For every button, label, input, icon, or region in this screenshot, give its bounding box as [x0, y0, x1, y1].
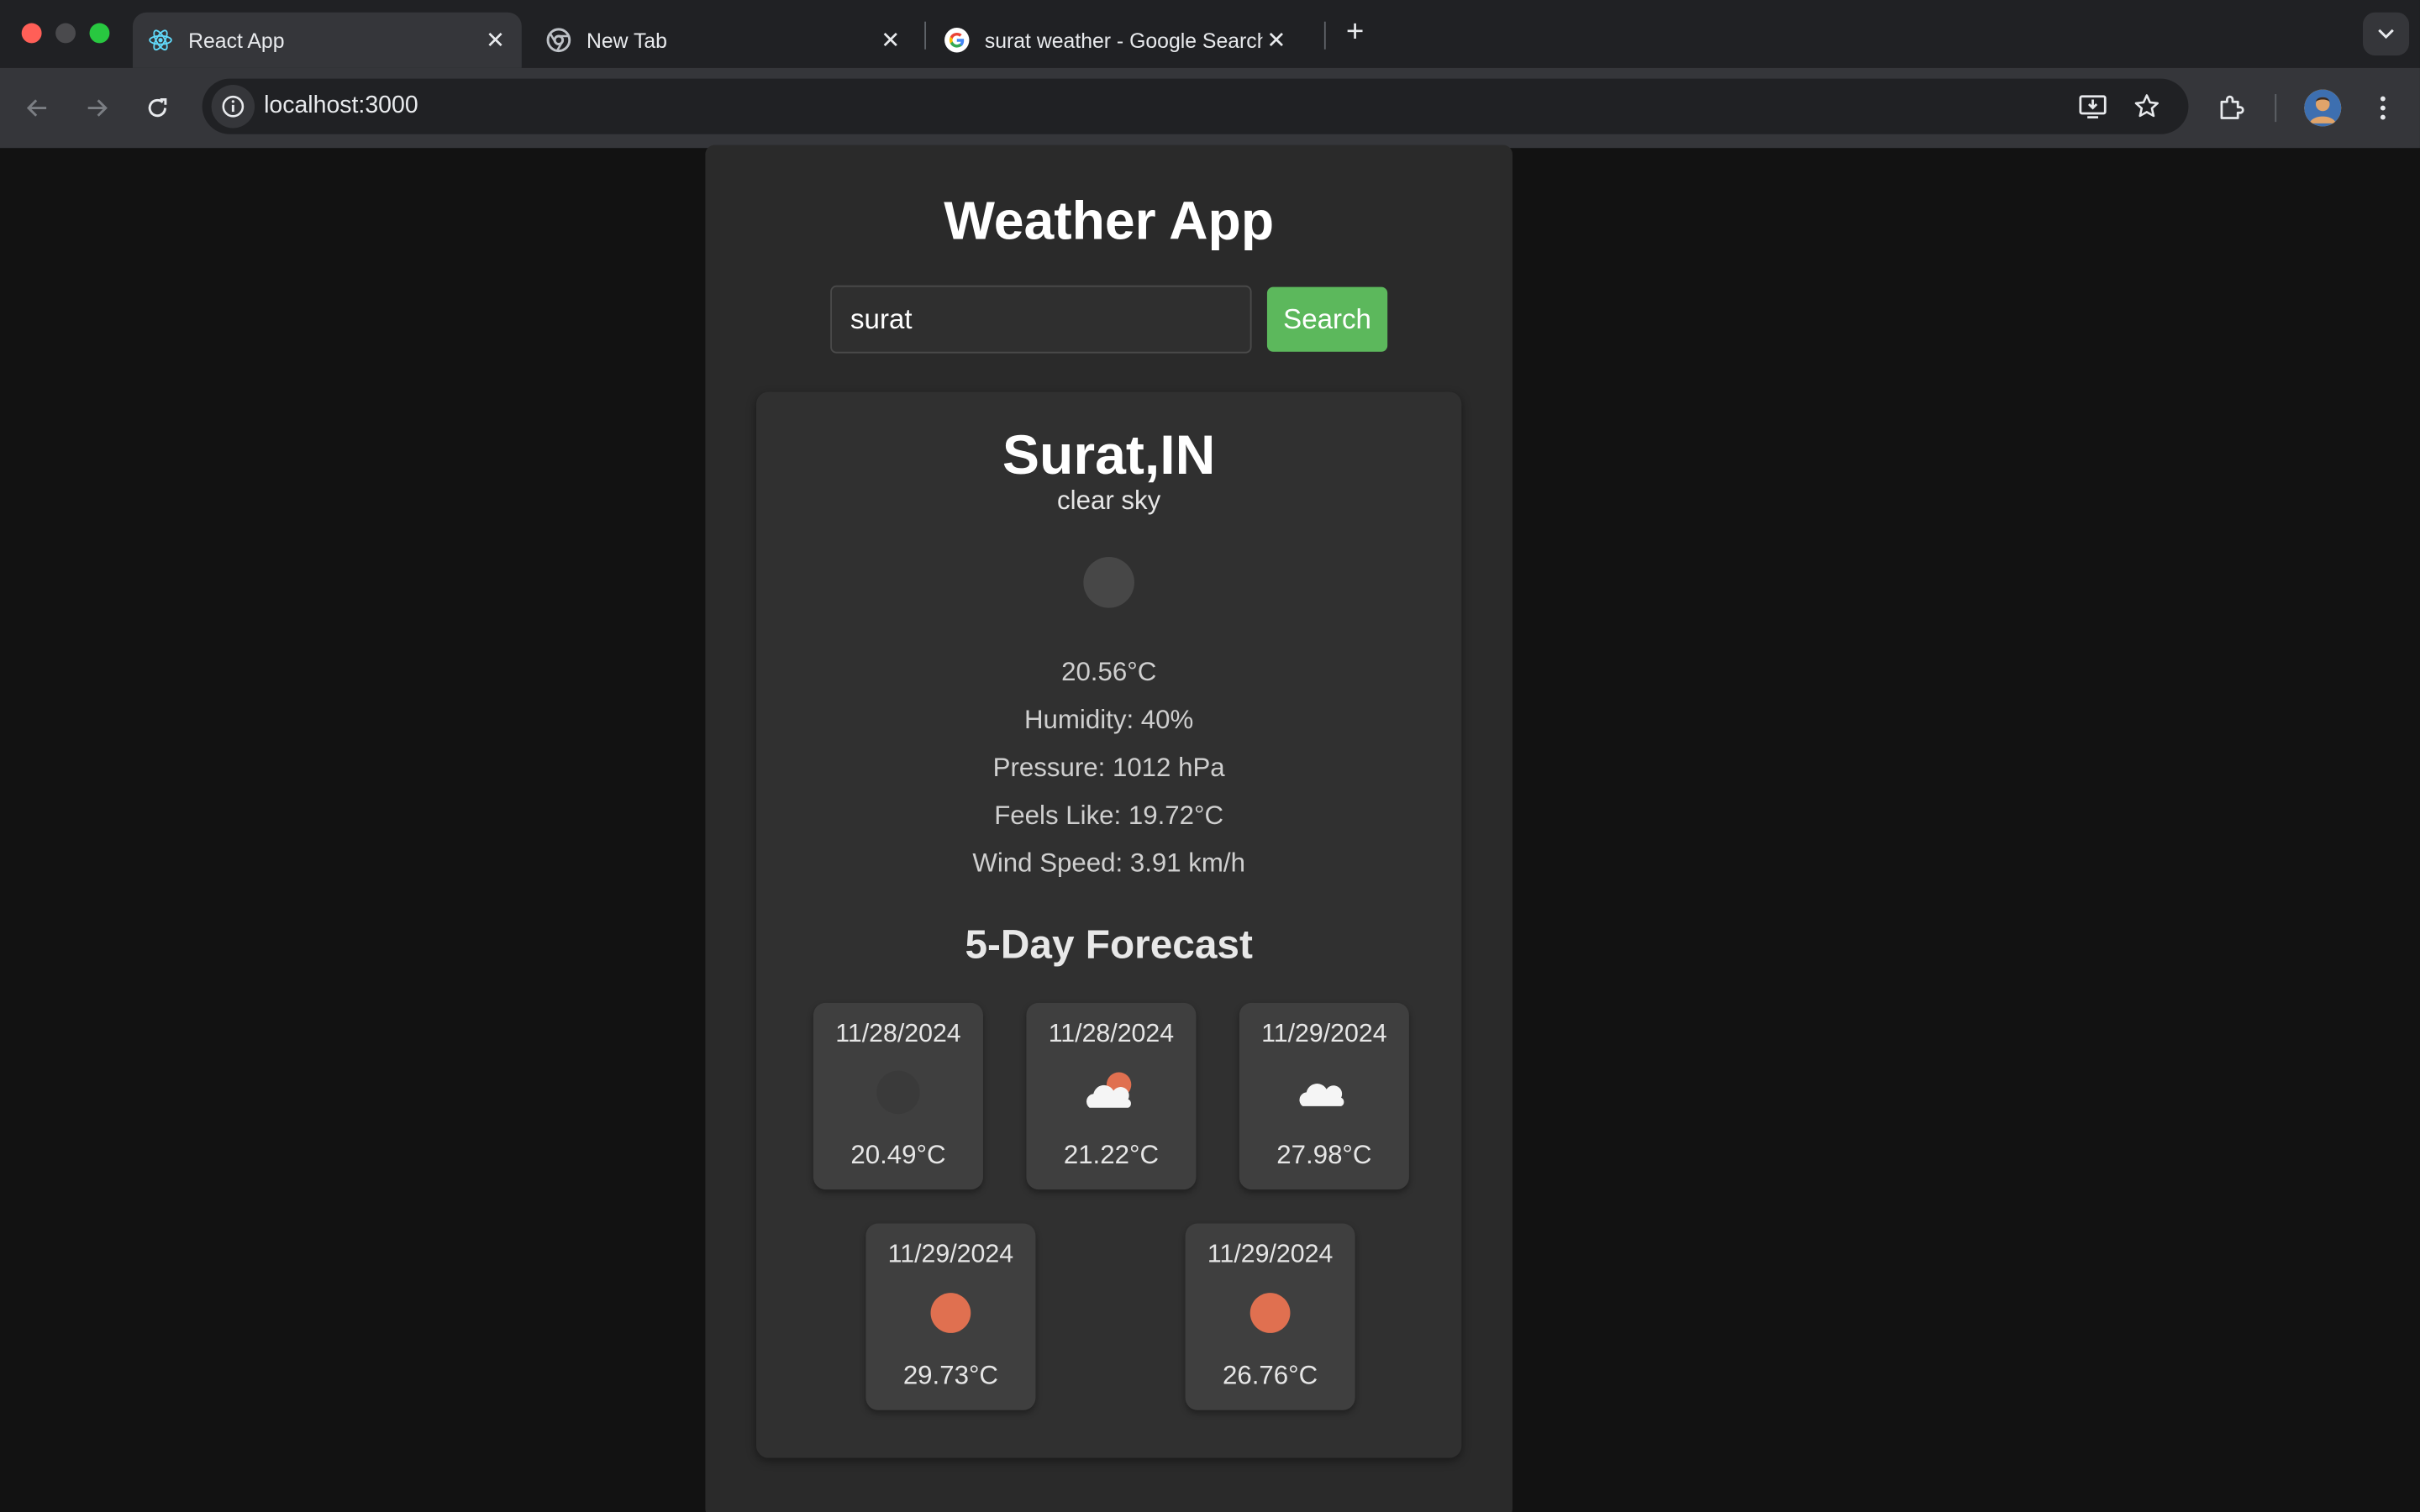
google-icon: [944, 28, 970, 53]
forecast-title: 5-Day Forecast: [965, 921, 1253, 968]
app-title: Weather App: [944, 191, 1275, 252]
new-tab-button[interactable]: +: [1339, 17, 1370, 50]
arrow-left-icon: [26, 99, 47, 117]
temperature: 20.56°C: [1061, 657, 1157, 687]
back-button[interactable]: [15, 87, 58, 129]
tab-divider: [1323, 21, 1326, 50]
chevron-down-icon: [2378, 29, 2394, 39]
toolbar-divider: [2275, 94, 2277, 123]
cloud-icon: [1299, 1084, 1344, 1106]
star-icon: [2134, 94, 2159, 118]
window-close-button[interactable]: [21, 23, 42, 44]
search-button[interactable]: Search: [1266, 286, 1388, 352]
pressure: Pressure: 1012 hPa: [992, 753, 1225, 783]
weather-card: Surat,IN clear sky 20.56°C Humidity: 40%…: [755, 391, 1462, 1458]
forecast-date: 11/29/2024: [887, 1240, 1014, 1268]
forecast-temp: 20.49°C: [850, 1140, 946, 1170]
forecast-temp: 21.22°C: [1063, 1140, 1160, 1170]
chrome-icon: [546, 28, 571, 53]
weather-app-container: Weather App Search Surat,IN clear sky 20…: [705, 144, 1512, 1512]
react-icon: [148, 28, 172, 52]
profile-avatar[interactable]: [2304, 89, 2342, 127]
reload-icon: [148, 97, 167, 118]
forward-button[interactable]: [76, 87, 118, 129]
browser-toolbar: localhost:3000: [0, 67, 2420, 149]
forecast-card: 11/28/2024 21.22°C: [1026, 1002, 1197, 1190]
more-vert-icon: [2380, 96, 2386, 120]
city-search-input[interactable]: [830, 285, 1252, 354]
wind-speed: Wind Speed: 3.91 km/h: [972, 848, 1245, 879]
forecast-date: 11/29/2024: [1261, 1020, 1387, 1048]
forecast-card: 11/28/2024 20.49°C: [813, 1002, 983, 1190]
tab-label: surat weather - Google Search: [984, 28, 1263, 52]
forecast-date: 11/28/2024: [835, 1020, 961, 1048]
forecast-date: 11/29/2024: [1207, 1240, 1334, 1268]
browser-menu-button[interactable]: [2363, 88, 2403, 129]
tab-react-app[interactable]: React App ✕: [132, 12, 522, 68]
tab-label: New Tab: [586, 28, 667, 52]
puzzle-icon: [2220, 95, 2244, 119]
humidity: Humidity: 40%: [1023, 705, 1194, 735]
window-maximize-button[interactable]: [89, 23, 110, 44]
tab-google-search[interactable]: surat weather - Google Search ✕: [929, 13, 1318, 68]
sun-icon: [1249, 1293, 1291, 1333]
partly-cloudy-icon: [1086, 1072, 1132, 1108]
tab-divider: [924, 21, 927, 50]
forecast-date: 11/28/2024: [1048, 1020, 1175, 1048]
install-app-button[interactable]: [2075, 88, 2112, 125]
forecast-temp: 29.73°C: [902, 1360, 999, 1390]
reload-button[interactable]: [136, 87, 179, 129]
url-text: localhost:3000: [264, 92, 418, 119]
forecast-temp: 26.76°C: [1223, 1360, 1318, 1390]
bookmark-button[interactable]: [2128, 88, 2165, 125]
night-clear-icon: [876, 1070, 920, 1115]
tab-label: React App: [188, 28, 285, 52]
arrow-right-icon: [87, 99, 108, 117]
tab-close-icon[interactable]: ✕: [1262, 26, 1290, 54]
extensions-button[interactable]: [2212, 88, 2252, 129]
weather-description: clear sky: [1057, 486, 1161, 516]
feels-like: Feels Like: 19.72°C: [994, 801, 1224, 831]
install-icon: [2079, 95, 2107, 118]
info-icon: [222, 95, 245, 118]
clear-sky-icon: [1083, 557, 1134, 608]
tab-close-icon[interactable]: ✕: [481, 26, 509, 54]
tab-new-tab[interactable]: New Tab ✕: [531, 13, 917, 68]
forecast-card: 11/29/2024 26.76°C: [1185, 1223, 1355, 1410]
address-bar[interactable]: localhost:3000: [202, 78, 2189, 134]
tab-close-icon[interactable]: ✕: [876, 26, 904, 54]
tab-search-button[interactable]: [2362, 12, 2410, 56]
forecast-card: 11/29/2024 27.98°C: [1239, 1002, 1409, 1190]
city-name: Surat,IN: [1002, 423, 1216, 486]
browser-tab-strip: React App ✕ New Tab ✕ surat weather - Go…: [0, 0, 2420, 68]
site-info-button[interactable]: [211, 85, 255, 129]
sun-icon: [930, 1293, 971, 1333]
window-minimize-button[interactable]: [55, 23, 76, 44]
forecast-card: 11/29/2024 29.73°C: [865, 1223, 1036, 1410]
forecast-temp: 27.98°C: [1276, 1140, 1372, 1170]
page-viewport: Weather App Search Surat,IN clear sky 20…: [0, 144, 2420, 1512]
